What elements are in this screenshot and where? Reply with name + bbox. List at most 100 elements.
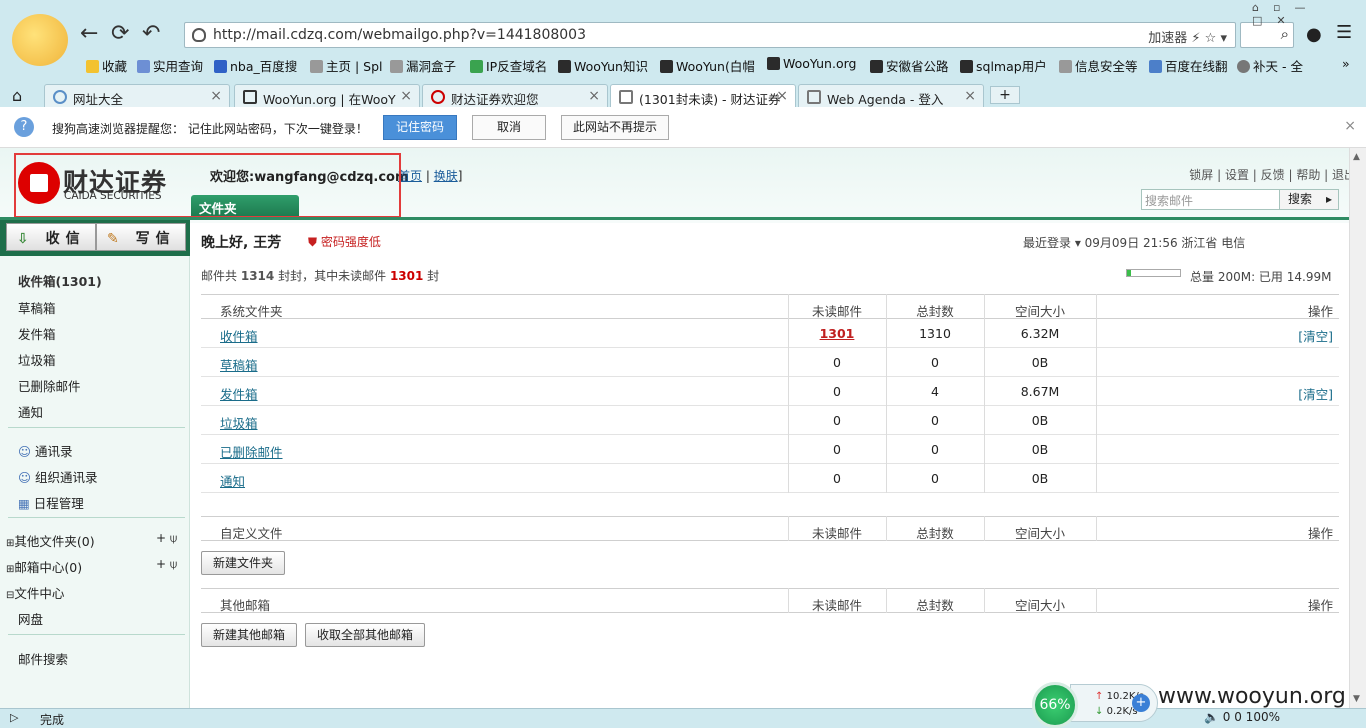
table-row: 垃圾箱 0 0 0B — [201, 406, 1339, 435]
browser-tab[interactable]: Web Agenda - 登入 × — [798, 84, 984, 107]
bookmark-item[interactable]: sqlmap用户 — [960, 56, 1047, 75]
search-icon[interactable]: ⌕ — [1281, 25, 1289, 43]
bookmark-bar: 收藏 实用查询 nba_百度搜 主页 | Spl 漏洞盒子 IP反查域名 Woo… — [0, 52, 1366, 80]
column-divider — [1096, 294, 1097, 493]
bookmark-item[interactable]: 实用查询 — [137, 56, 203, 75]
never-remind-button[interactable]: 此网站不再提示 — [561, 115, 669, 140]
undo-icon[interactable]: ↶ — [142, 22, 160, 46]
browser-tab[interactable]: 财达证券欢迎您 × — [422, 84, 608, 107]
cancel-button[interactable]: 取消 — [472, 115, 546, 140]
bookmark-item[interactable]: 漏洞盒子 — [390, 56, 456, 75]
bookmark-item[interactable]: IP反查域名 — [470, 56, 547, 75]
column-divider — [886, 294, 887, 493]
password-warning[interactable]: ⛊ 密码强度低 — [308, 233, 381, 250]
sidebar-item-sent[interactable]: 发件箱 — [18, 324, 56, 343]
refresh-icon[interactable]: ⟳ — [111, 22, 129, 46]
remember-password-button[interactable]: 记住密码 — [383, 115, 457, 140]
sidebar-item-trash[interactable]: 垃圾箱 — [18, 350, 56, 369]
quota-bar — [1126, 269, 1181, 277]
sidebar-item-notices[interactable]: 通知 — [18, 402, 43, 421]
sidebar-item-other-folders[interactable]: ⊞其他文件夹(0) — [6, 531, 95, 550]
folder-link[interactable]: 垃圾箱 — [220, 413, 258, 432]
bookmark-item[interactable]: 主页 | Spl — [310, 56, 383, 75]
address-bar[interactable]: http://mail.cdzq.com/webmailgo.php?v=144… — [184, 22, 1236, 48]
folder-link[interactable]: 发件箱 — [220, 384, 258, 403]
caida-icon — [431, 90, 445, 104]
status-icons[interactable]: 🔈 0 0 100% — [1204, 710, 1280, 724]
search-button[interactable]: 搜索 ▸ — [1279, 189, 1339, 210]
close-icon[interactable]: × — [400, 88, 412, 104]
top-links[interactable]: 锁屏 | 设置 | 反馈 | 帮助 | 退出 — [1189, 166, 1356, 183]
sidebar-item-mail-center[interactable]: ⊞邮箱中心(0) — [6, 557, 82, 576]
mail-search-input[interactable]: 搜索邮件 — [1141, 189, 1280, 210]
volume-icon[interactable]: 🔈 — [1204, 710, 1219, 724]
url-text[interactable]: http://mail.cdzq.com/webmailgo.php?v=144… — [213, 27, 586, 43]
column-divider — [984, 294, 985, 493]
receive-button[interactable]: ⇩ 收信 — [6, 223, 96, 251]
scrollbar[interactable] — [1349, 148, 1366, 708]
clear-link[interactable]: [清空] — [1298, 326, 1333, 345]
window-controls[interactable]: ⌂▫—□✕ — [1252, 1, 1366, 27]
close-icon[interactable]: × — [588, 88, 600, 104]
bookmark-item[interactable]: 百度在线翻 — [1149, 56, 1228, 75]
plus-icon[interactable]: + — [1132, 694, 1150, 712]
security-icon[interactable] — [192, 28, 206, 42]
folder-link[interactable]: 草稿箱 — [220, 355, 258, 374]
sidebar-item-inbox[interactable]: 收件箱(1301) — [18, 271, 102, 290]
download-icon: ⇩ — [17, 231, 35, 247]
wooyun-icon — [767, 57, 780, 70]
browser-tab[interactable]: WooYun.org | 在WooY × — [234, 84, 420, 107]
bookmark-item[interactable]: 安徽省公路 — [870, 56, 949, 75]
sidebar-item-org-contacts[interactable]: ☺ 组织通讯录 — [18, 467, 98, 486]
close-icon[interactable]: × — [776, 88, 788, 104]
back-icon[interactable]: ← — [80, 22, 98, 46]
status-right-text[interactable]: 0 0 100% — [1223, 710, 1280, 724]
browser-tab[interactable]: 网址大全 × — [44, 84, 230, 107]
sidebar-item-deleted[interactable]: 已删除邮件 — [18, 376, 81, 395]
unread-link[interactable]: 1301 — [788, 326, 886, 341]
folder-link[interactable]: 收件箱 — [220, 326, 258, 345]
skin-link[interactable]: 换肤 — [434, 169, 458, 183]
column-divider — [886, 588, 887, 613]
folder-link[interactable]: 已删除邮件 — [220, 442, 283, 461]
total-count: 1314 — [240, 269, 275, 283]
bookmark-item[interactable]: WooYun.org — [767, 56, 856, 71]
bookmark-item[interactable]: WooYun知识 — [558, 56, 648, 75]
url-tools[interactable]: 加速器 ⚡ ☆ ▾ — [1148, 27, 1227, 46]
column-divider — [886, 516, 887, 541]
bookmark-item[interactable]: 信息安全等 — [1059, 56, 1138, 75]
clear-link[interactable]: [清空] — [1298, 384, 1333, 403]
add-mailbox-icon[interactable]: + ⍦ — [156, 557, 177, 572]
sidebar-item-file-center[interactable]: ⊟文件中心 — [6, 583, 64, 602]
folder-link[interactable]: 通知 — [220, 471, 245, 490]
home-icon[interactable]: ⌂ — [12, 86, 22, 105]
scroll-down-icon[interactable]: ▼ — [1353, 694, 1360, 704]
sidebar-item-calendar[interactable]: ▦ 日程管理 — [18, 493, 84, 512]
new-other-mailbox-button[interactable]: 新建其他邮箱 — [201, 623, 297, 647]
sidebar-item-drafts[interactable]: 草稿箱 — [18, 298, 56, 317]
network-gauge[interactable]: 66% — [1032, 682, 1078, 728]
menu-icon[interactable]: ● — [1306, 24, 1322, 45]
new-tab-button[interactable]: + — [990, 86, 1020, 104]
bookmark-item[interactable]: 收藏 — [86, 56, 127, 75]
last-login[interactable]: 最近登录 ▾ 09月09日 21:56 浙江省 电信 — [1023, 234, 1245, 251]
sidebar-item-mail-search[interactable]: 邮件搜索 — [18, 649, 68, 668]
column-divider — [984, 588, 985, 613]
bookmark-item[interactable]: 补天 - 全 — [1237, 56, 1303, 75]
fetch-all-button[interactable]: 收取全部其他邮箱 — [305, 623, 425, 647]
add-folder-icon[interactable]: + ⍦ — [156, 531, 177, 546]
more-bookmarks-icon[interactable]: » — [1342, 56, 1350, 71]
scroll-up-icon[interactable]: ▲ — [1353, 152, 1360, 162]
home-link[interactable]: 首页 — [398, 169, 422, 183]
bookmark-item[interactable]: nba_百度搜 — [214, 56, 297, 75]
sidebar-item-netdisk[interactable]: 网盘 — [18, 609, 43, 628]
close-icon[interactable]: × — [1344, 118, 1356, 134]
browser-tab-active[interactable]: (1301封未读) - 财达证券 × — [610, 84, 796, 108]
bookmark-item[interactable]: WooYun(白帽 — [660, 56, 755, 75]
new-folder-button[interactable]: 新建文件夹 — [201, 551, 285, 575]
write-button[interactable]: ✎ 写信 — [96, 223, 186, 251]
sidebar-item-contacts[interactable]: ☺ 通讯录 — [18, 441, 73, 460]
close-icon[interactable]: × — [964, 88, 976, 104]
sidebar-toggle-icon[interactable]: ▷ — [10, 711, 18, 724]
close-icon[interactable]: × — [210, 88, 222, 104]
